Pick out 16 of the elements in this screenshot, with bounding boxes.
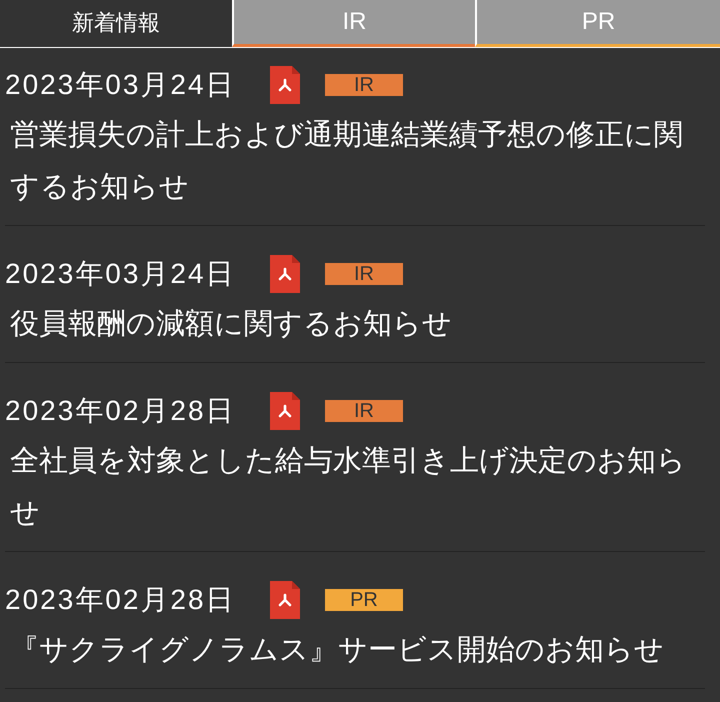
category-tag: PR [325,589,403,611]
document-icon [270,581,300,619]
news-date: 2023年03月24日 [5,257,236,291]
document-icon [270,392,300,430]
news-date: 2023年02月28日 [5,583,236,617]
category-tag: IR [325,74,403,96]
category-tag: IR [325,400,403,422]
news-title-link[interactable]: 『サクライグノラムス』サービス開始のお知らせ [5,624,695,676]
category-tag: IR [325,263,403,285]
news-title-link[interactable]: 営業損失の計上および通期連結業績予想の修正に関するお知らせ [5,109,695,213]
document-icon [270,66,300,104]
news-title-link[interactable]: 全社員を対象とした給与水準引き上げ決定のお知らせ [5,435,695,539]
news-date: 2023年03月24日 [5,68,236,102]
news-title-link[interactable]: 役員報酬の減額に関するお知らせ [5,298,695,350]
document-icon [270,255,300,293]
news-date: 2023年02月28日 [5,394,236,428]
